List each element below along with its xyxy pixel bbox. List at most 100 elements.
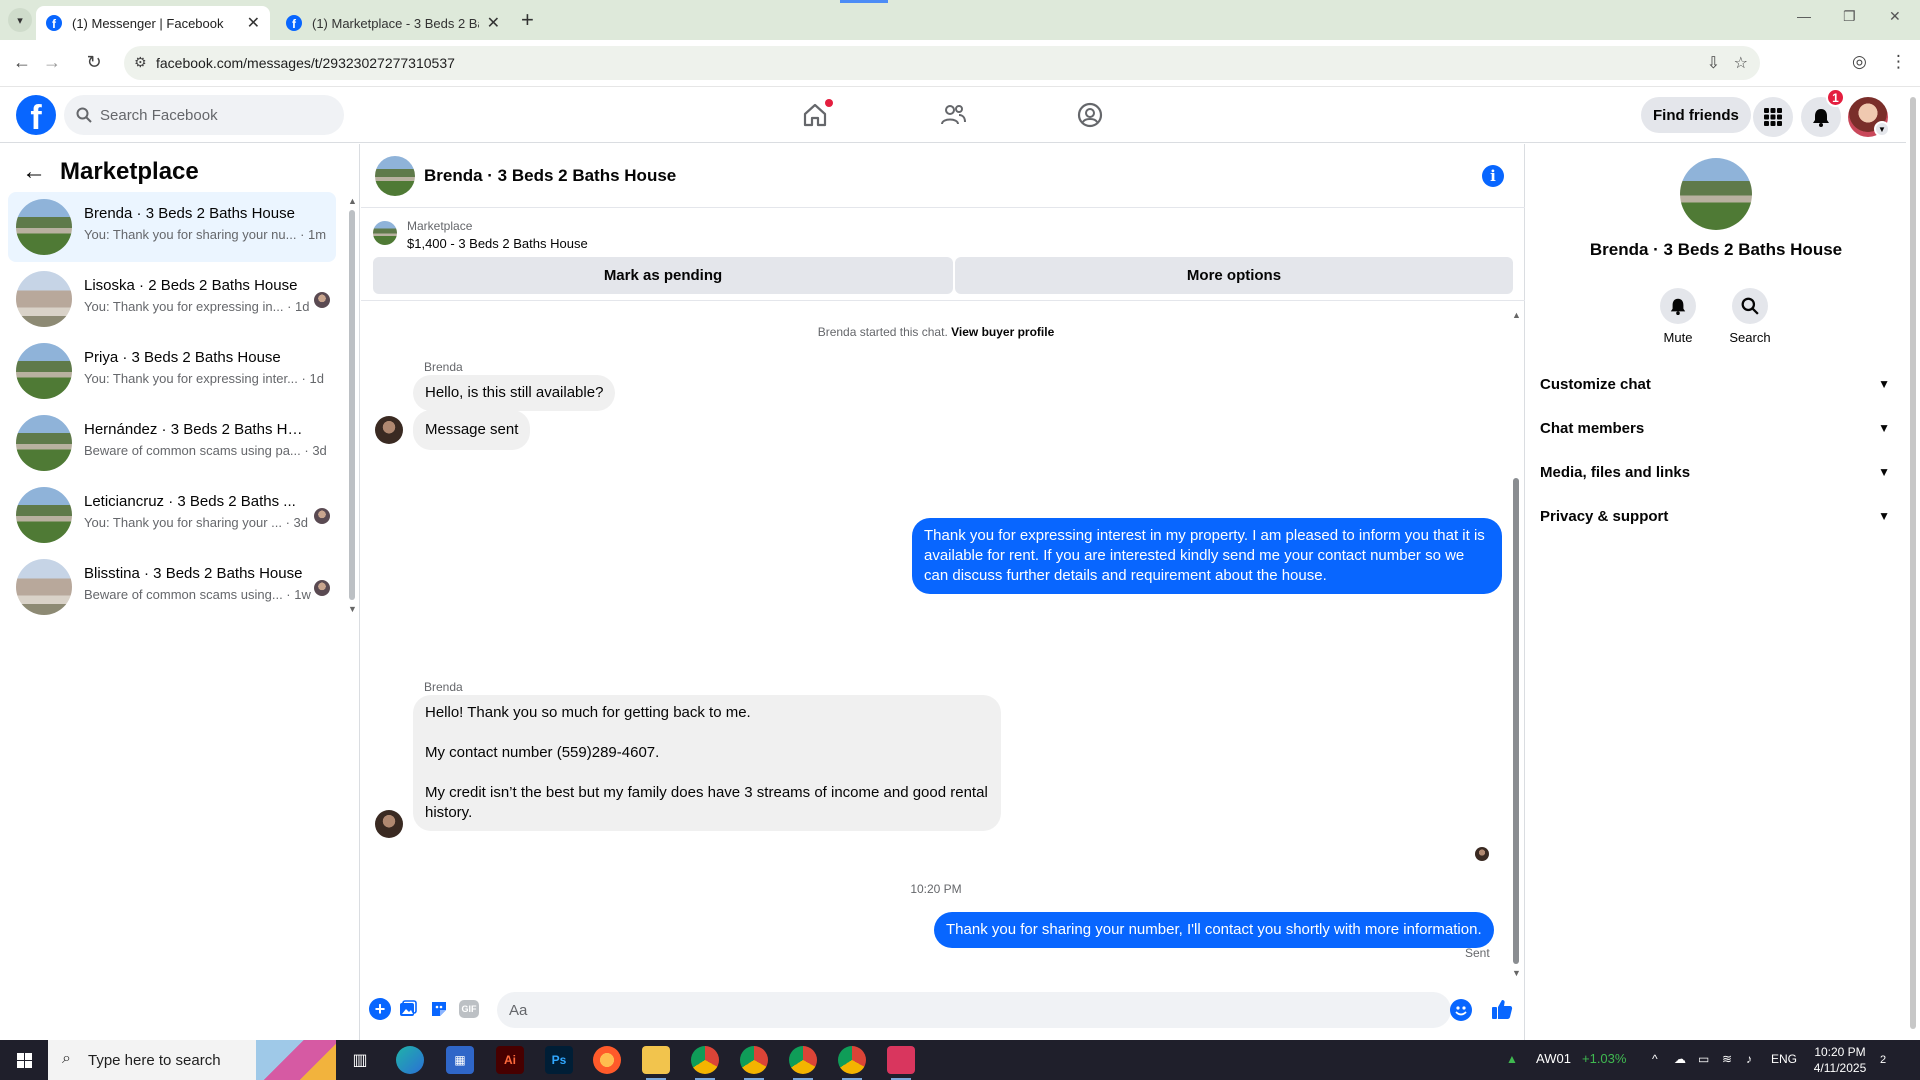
conversation-item[interactable]: Hernández · 3 Beds 2 Baths House Beware … xyxy=(8,408,336,478)
tab-close-icon[interactable]: ✕ xyxy=(487,13,500,33)
onedrive-cloud-icon[interactable]: ☁ xyxy=(1674,1052,1686,1066)
incoming-message[interactable]: Message sent xyxy=(413,410,531,450)
browser-menu-kebab-icon[interactable]: ⋮ xyxy=(1890,52,1907,72)
outgoing-message[interactable]: Thank you for expressing interest in my … xyxy=(912,518,1502,594)
plus-actions-icon[interactable]: + xyxy=(369,998,391,1020)
privacy-support-section[interactable]: Privacy & support ▼ xyxy=(1540,498,1890,534)
bookmark-star-icon[interactable]: ☆ xyxy=(1734,53,1748,73)
site-settings-icon[interactable]: ⚙ xyxy=(134,54,147,71)
minimize-icon[interactable]: — xyxy=(1797,8,1811,24)
search-in-chat-button[interactable]: Search xyxy=(1720,288,1780,345)
system-clock[interactable]: 10:20 PM 4/11/2025 xyxy=(1807,1044,1873,1076)
scrollbar-thumb[interactable] xyxy=(349,210,355,600)
back-arrow-icon[interactable]: ← xyxy=(22,158,46,186)
chrome-profile-icon[interactable] xyxy=(838,1046,866,1080)
tab-marketplace[interactable]: f (1) Marketplace - 3 Beds 2 Bath ✕ xyxy=(276,6,510,40)
customize-chat-section[interactable]: Customize chat ▼ xyxy=(1540,366,1890,402)
search-input[interactable] xyxy=(100,106,320,124)
more-options-button[interactable]: More options xyxy=(955,257,1513,294)
scroll-down-arrow-icon[interactable]: ▼ xyxy=(1512,968,1521,978)
scrollbar-thumb[interactable] xyxy=(1910,97,1916,1029)
media-files-links-section[interactable]: Media, files and links ▼ xyxy=(1540,454,1890,490)
find-friends-button[interactable]: Find friends xyxy=(1641,97,1751,133)
address-bar[interactable]: ⚙ facebook.com/messages/t/29323027277310… xyxy=(124,46,1760,80)
chrome-profile-icon[interactable] xyxy=(789,1046,817,1080)
chat-scrollbar[interactable]: ▲ ▼ xyxy=(1512,310,1521,980)
listing-price-title[interactable]: $1,400 - 3 Beds 2 Baths House xyxy=(407,236,588,251)
sidebar-scrollbar[interactable]: ▲ ▼ xyxy=(348,196,357,614)
volume-icon[interactable]: ♪ xyxy=(1746,1052,1752,1066)
edge-icon[interactable] xyxy=(396,1046,424,1074)
pinned-app-icon[interactable] xyxy=(887,1046,915,1080)
mark-as-pending-button[interactable]: Mark as pending xyxy=(373,257,953,294)
new-tab-plus-icon[interactable]: + xyxy=(521,8,534,32)
conversation-snippet: Beware of common scams using... · 1w xyxy=(84,587,311,602)
display-icon[interactable]: ▭ xyxy=(1698,1052,1709,1066)
photo-attach-icon[interactable] xyxy=(397,998,419,1020)
sticker-icon[interactable] xyxy=(428,998,450,1020)
page-scrollbar[interactable] xyxy=(1906,87,1920,1040)
tab-loading-indicator xyxy=(840,0,888,3)
friends-nav[interactable] xyxy=(935,97,971,133)
back-arrow-icon[interactable]: ← xyxy=(10,52,34,73)
scroll-down-arrow-icon[interactable]: ▼ xyxy=(348,604,357,614)
restore-icon[interactable]: ❐ xyxy=(1843,8,1856,25)
start-button[interactable] xyxy=(0,1040,48,1080)
window-close-icon[interactable]: ✕ xyxy=(1889,8,1901,25)
chat-avatar[interactable] xyxy=(375,156,415,196)
details-avatar[interactable] xyxy=(1680,158,1752,230)
stock-chart-icon[interactable]: ▲ xyxy=(1506,1052,1518,1066)
conversation-item[interactable]: Leticiancruz · 3 Beds 2 Baths ... You: T… xyxy=(8,480,336,550)
stock-ticker[interactable]: AW01 xyxy=(1536,1051,1571,1066)
chat-members-section[interactable]: Chat members ▼ xyxy=(1540,410,1890,446)
facebook-search-box[interactable] xyxy=(64,95,344,135)
wifi-icon[interactable]: ≋ xyxy=(1722,1052,1732,1066)
thumbs-up-icon[interactable] xyxy=(1489,996,1515,1022)
file-explorer-icon[interactable] xyxy=(642,1046,670,1080)
chat-title[interactable]: Brenda · 3 Beds 2 Baths House xyxy=(424,166,676,186)
incoming-message[interactable]: Hello, is this still available? xyxy=(413,375,616,411)
sender-avatar[interactable] xyxy=(375,416,403,444)
tab-search-chevron-icon[interactable]: ▾ xyxy=(8,8,32,32)
store-icon[interactable]: ▦ xyxy=(446,1046,474,1074)
home-nav[interactable] xyxy=(797,97,833,133)
gif-icon[interactable]: GIF xyxy=(459,1000,479,1018)
task-view-icon[interactable]: ▥ xyxy=(346,1046,374,1074)
photoshop-icon[interactable]: Ps xyxy=(545,1046,573,1074)
conversation-item[interactable]: Brenda · 3 Beds 2 Baths House You: Thank… xyxy=(8,192,336,262)
chrome-icon[interactable] xyxy=(691,1046,719,1080)
profile-circle-icon[interactable]: ◎ xyxy=(1852,52,1867,72)
input-language[interactable]: ENG xyxy=(1771,1052,1797,1066)
sender-avatar[interactable] xyxy=(375,810,403,838)
firefox-icon[interactable] xyxy=(593,1046,621,1074)
scroll-up-arrow-icon[interactable]: ▲ xyxy=(1512,310,1521,320)
reload-icon[interactable]: ↻ xyxy=(82,52,106,73)
conversation-item[interactable]: Priya · 3 Beds 2 Baths House You: Thank … xyxy=(8,336,336,406)
scrollbar-thumb[interactable] xyxy=(1513,478,1519,964)
notification-center-icon[interactable]: 2 xyxy=(1880,1050,1886,1066)
menu-button[interactable] xyxy=(1753,97,1793,137)
conversation-item[interactable]: Blisstina · 3 Beds 2 Baths House Beware … xyxy=(8,552,336,622)
tab-close-icon[interactable]: ✕ xyxy=(247,13,260,33)
chrome-profile-icon[interactable] xyxy=(740,1046,768,1080)
chevron-down-icon: ▼ xyxy=(1878,421,1890,435)
scroll-up-arrow-icon[interactable]: ▲ xyxy=(348,196,357,206)
info-icon[interactable]: i xyxy=(1482,165,1504,187)
mute-button[interactable]: Mute xyxy=(1648,288,1708,345)
incoming-message[interactable]: Hello! Thank you so much for getting bac… xyxy=(413,695,1001,831)
show-hidden-icons-chevron-icon[interactable]: ^ xyxy=(1652,1052,1658,1066)
emoji-icon[interactable] xyxy=(1450,999,1472,1021)
groups-nav[interactable] xyxy=(1072,97,1108,133)
view-buyer-profile-link[interactable]: View buyer profile xyxy=(951,325,1054,339)
illustrator-icon[interactable]: Ai xyxy=(496,1046,524,1074)
taskbar-search-box[interactable]: ⌕ Type here to search xyxy=(48,1040,336,1080)
install-app-icon[interactable]: ⇩ xyxy=(1707,53,1720,73)
account-chevron-down-icon[interactable]: ▼ xyxy=(1874,121,1890,137)
tab-messenger[interactable]: f (1) Messenger | Facebook ✕ xyxy=(36,6,270,40)
outgoing-message[interactable]: Thank you for sharing your number, I'll … xyxy=(934,912,1494,948)
message-input[interactable] xyxy=(497,992,1451,1028)
conversation-item[interactable]: Lisoska · 2 Beds 2 Baths House You: Than… xyxy=(8,264,336,334)
forward-arrow-icon[interactable]: → xyxy=(40,52,64,73)
facebook-logo[interactable]: f xyxy=(16,95,56,135)
sender-name: Brenda xyxy=(424,680,463,694)
